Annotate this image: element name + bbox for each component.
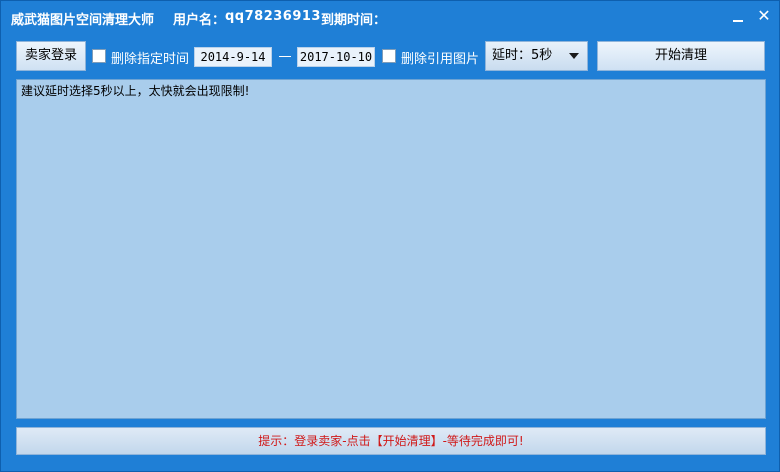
status-hint: 提示：登录卖家-点击【开始清理】-等待完成即可! [258,434,524,448]
app-window: 威武猫图片空间清理大师 用户名： qq78236913 到期时间： ✕ 卖家登录… [0,0,780,472]
toolbar: 卖家登录 删除指定时间 2014-9-14 2017-10-10 删除引用图片 … [1,41,779,73]
end-date-picker[interactable]: 2017-10-10 [297,47,375,67]
log-textarea[interactable]: 建议延时选择5秒以上，太快就会出现限制! [16,79,766,419]
delay-select[interactable]: 延时：5秒 [485,41,588,71]
close-button[interactable]: ✕ [753,5,775,27]
start-date-picker[interactable]: 2014-9-14 [194,47,272,67]
delete-by-date-label[interactable]: 删除指定时间 [111,48,189,67]
seller-login-button[interactable]: 卖家登录 [16,41,86,71]
minimize-button[interactable] [727,5,749,27]
chevron-down-icon [569,53,579,59]
log-text: 建议延时选择5秒以上，太快就会出现限制! [21,84,250,98]
minimize-icon [733,20,743,22]
delete-referenced-checkbox[interactable] [382,49,396,63]
user-value: qq78236913 [225,9,321,24]
delete-by-date-checkbox[interactable] [92,49,106,63]
delay-value: 延时：5秒 [492,48,553,63]
date-range-separator [279,56,291,57]
start-clean-button[interactable]: 开始清理 [597,41,765,71]
expire-label: 到期时间： [321,13,387,28]
title-bar[interactable]: 威武猫图片空间清理大师 用户名： qq78236913 到期时间： ✕ [1,1,779,33]
delete-referenced-label[interactable]: 删除引用图片 [401,48,479,67]
user-label: 用户名： [173,13,226,28]
status-bar: 提示：登录卖家-点击【开始清理】-等待完成即可! [16,427,766,455]
app-title: 威武猫图片空间清理大师 [11,13,155,28]
close-icon: ✕ [757,6,771,25]
